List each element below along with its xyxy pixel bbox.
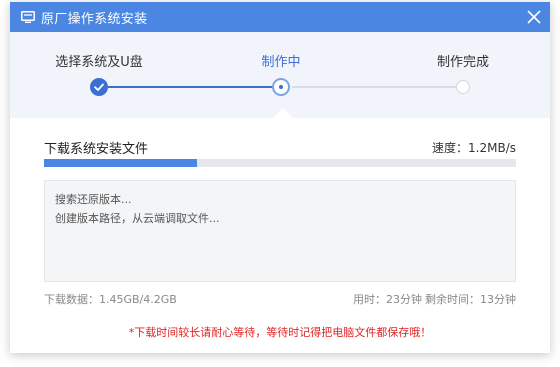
installer-window: 原厂操作系统安装 选择系统及U盘 制作中 制作完成 下载系统安装文件 速度：1.… [10,2,550,353]
monitor-icon [21,11,35,23]
step-label-select: 选择系统及U盘 [55,55,143,70]
downloaded-data: 下载数据：1.45GB/4.2GB [44,293,177,306]
log-line: 创建版本路径，从云端调取文件... [55,212,220,225]
download-title: 下载系统安装文件 [44,142,149,157]
download-speed: 速度：1.2MB/s [432,141,516,155]
window-title: 原厂操作系统安装 [41,11,148,27]
step-track-done [108,86,282,88]
log-panel: 搜索还原版本... 创建版本路径，从云端调取文件... [44,180,516,282]
step-pending-dot [456,80,470,94]
step-track-pending [292,86,464,88]
download-progress-fill [44,159,198,167]
step-indicator: 选择系统及U盘 制作中 制作完成 [10,32,550,118]
title-bar: 原厂操作系统安装 [10,2,550,32]
download-progress-bar [44,159,516,167]
step-label-complete: 制作完成 [436,55,490,70]
step-current-dot [272,78,290,96]
step-pointer [273,108,293,118]
warning-notice: *下载时间较长请耐心等待，等待时记得把电脑文件都保存哦！ [128,326,432,339]
remaining-time: 剩余时间：13分钟 [425,293,516,306]
log-line: 搜索还原版本... [55,193,132,206]
elapsed-time: 用时：23分钟 [353,293,422,306]
check-icon [90,78,108,96]
close-icon[interactable] [526,9,542,25]
step-label-making: 制作中 [261,55,301,70]
